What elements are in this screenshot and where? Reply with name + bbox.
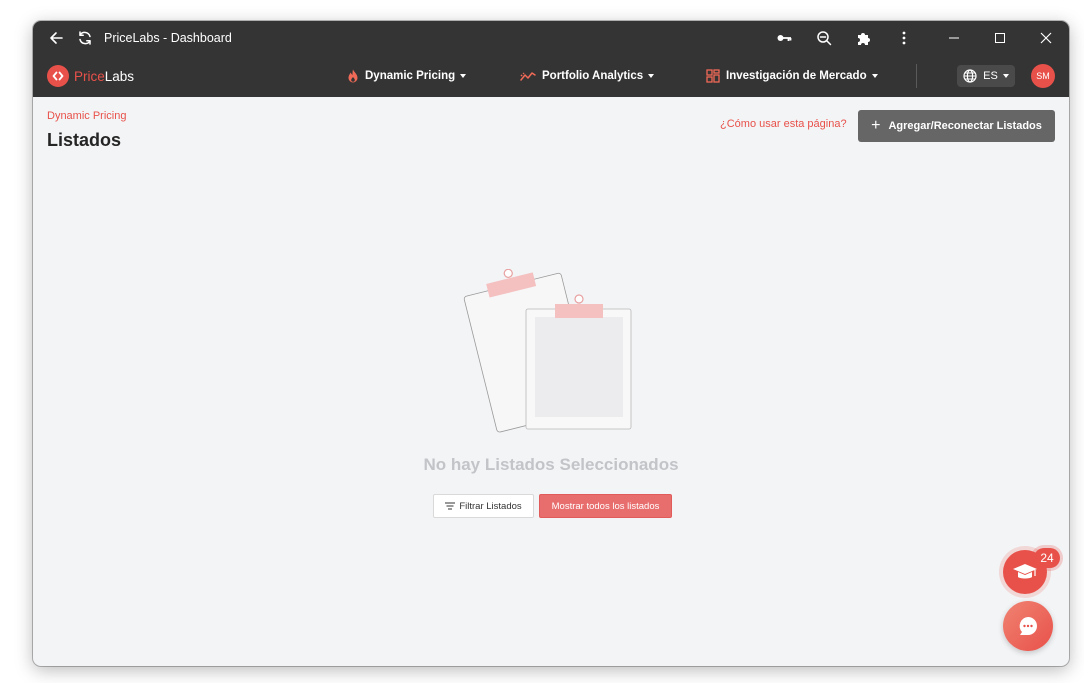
trend-icon bbox=[520, 72, 536, 81]
key-icon[interactable] bbox=[774, 28, 794, 48]
chevron-down-icon bbox=[1002, 74, 1009, 78]
chat-widget-button[interactable] bbox=[1003, 601, 1053, 651]
page-title: Listados bbox=[47, 130, 122, 150]
close-icon[interactable] bbox=[1036, 28, 1056, 48]
language-label: ES bbox=[983, 70, 998, 82]
browser-window: PriceLabs - Dashboard PriceLabs Dynamic … bbox=[33, 21, 1069, 666]
empty-clipboard-illustration bbox=[463, 269, 632, 433]
app-navbar: PriceLabs Dynamic Pricing Portfolio Anal… bbox=[33, 55, 1069, 97]
breadcrumb[interactable]: Dynamic Pricing bbox=[47, 110, 126, 122]
nav-market-research-label: Investigación de Mercado bbox=[726, 70, 867, 82]
kebab-menu-icon[interactable] bbox=[894, 28, 914, 48]
back-arrow-icon[interactable] bbox=[46, 28, 66, 48]
reload-icon[interactable] bbox=[75, 28, 95, 48]
nav-divider bbox=[916, 64, 917, 88]
chevron-down-icon bbox=[648, 74, 655, 78]
add-reconnect-listings-label: Agregar/Reconectar Listados bbox=[888, 120, 1042, 132]
chat-bubble-icon bbox=[1019, 617, 1037, 635]
nav-market-research[interactable]: Investigación de Mercado bbox=[706, 67, 878, 85]
flame-icon bbox=[348, 69, 358, 83]
add-reconnect-listings-button[interactable]: + Agregar/Reconectar Listados bbox=[858, 110, 1055, 142]
logo-mark-icon bbox=[47, 65, 69, 87]
empty-state-message: No hay Listados Seleccionados bbox=[423, 455, 679, 474]
filter-lines-icon bbox=[445, 502, 456, 510]
nav-dynamic-pricing[interactable]: Dynamic Pricing bbox=[347, 67, 467, 85]
filter-listings-button[interactable]: Filtrar Listados bbox=[433, 494, 534, 518]
language-selector[interactable]: ES bbox=[957, 65, 1015, 87]
help-link[interactable]: ¿Cómo usar esta página? bbox=[720, 118, 847, 130]
title-bar: PriceLabs - Dashboard bbox=[33, 21, 1069, 55]
plus-icon: + bbox=[871, 117, 881, 134]
chevron-down-icon bbox=[460, 74, 467, 78]
pricelabs-logo[interactable]: PriceLabs bbox=[47, 65, 134, 87]
filter-listings-label: Filtrar Listados bbox=[459, 500, 522, 512]
nav-portfolio-analytics-label: Portfolio Analytics bbox=[542, 70, 644, 82]
graduation-cap-icon bbox=[1013, 564, 1037, 579]
maximize-icon[interactable] bbox=[990, 28, 1010, 48]
nav-dynamic-pricing-label: Dynamic Pricing bbox=[365, 70, 456, 82]
user-avatar[interactable]: SM bbox=[1031, 64, 1055, 88]
grid-icon bbox=[706, 69, 720, 83]
globe-icon bbox=[963, 69, 977, 83]
minimize-icon[interactable] bbox=[944, 28, 964, 48]
nav-portfolio-analytics[interactable]: Portfolio Analytics bbox=[520, 67, 655, 85]
notification-badge: 24 bbox=[1034, 548, 1060, 568]
zoom-out-icon[interactable] bbox=[814, 28, 834, 48]
puzzle-icon[interactable] bbox=[854, 28, 874, 48]
show-all-listings-button[interactable]: Mostrar todos los listados bbox=[539, 494, 672, 518]
logo-text: PriceLabs bbox=[74, 68, 135, 84]
window-title: PriceLabs - Dashboard bbox=[104, 31, 232, 45]
chevron-down-icon bbox=[871, 74, 878, 78]
